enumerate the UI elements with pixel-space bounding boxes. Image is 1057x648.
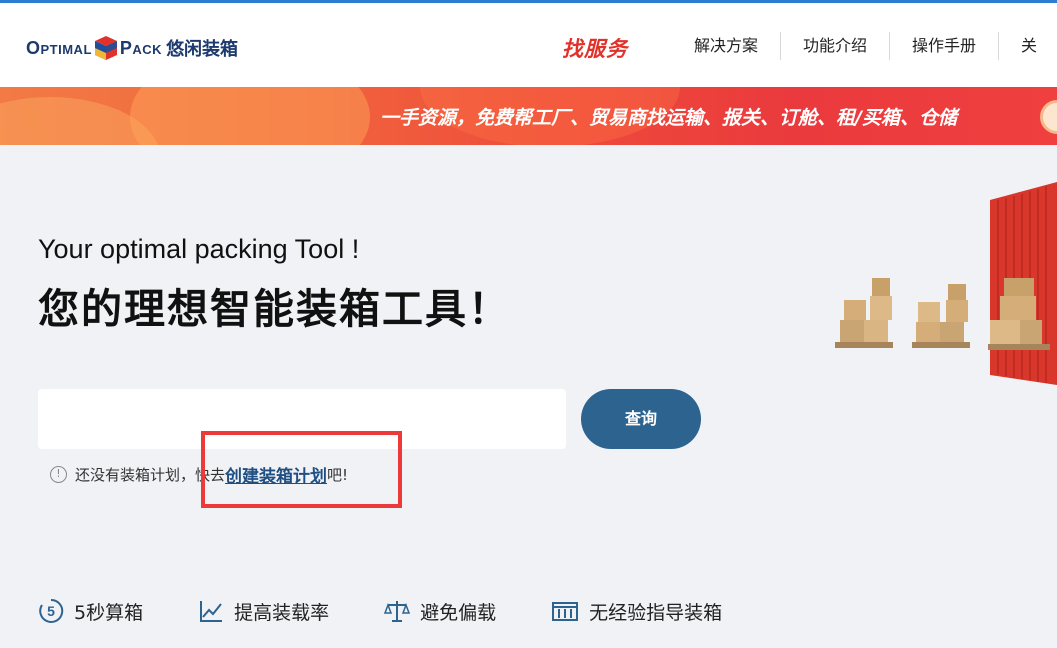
- hero-title-en: Your optimal packing Tool !: [38, 234, 360, 264]
- nav-item-solutions[interactable]: 解决方案: [672, 32, 782, 60]
- find-service-link[interactable]: 找服务: [562, 33, 628, 63]
- five-seconds-icon: 5: [39, 598, 64, 623]
- banner-text: 一手资源，免费帮工厂、贸易商找运输、报关、订舱、租/买箱、仓储: [380, 107, 957, 129]
- container-illustration: [830, 160, 1057, 400]
- info-icon: !: [50, 465, 67, 483]
- search-button[interactable]: 查询: [581, 389, 701, 449]
- feature-list: 5 5秒算箱 提高装载率 避免偏载 无经验指导装箱: [38, 596, 777, 626]
- balance-scale-icon: [384, 601, 411, 622]
- banner-action-button[interactable]: [1040, 100, 1057, 134]
- site-header: Optimal Pack 悠闲装箱 找服务 解决方案 功能介绍 操作手册 关: [0, 3, 1057, 87]
- nav-item-about[interactable]: 关: [999, 32, 1037, 60]
- site-logo[interactable]: Optimal Pack 悠闲装箱: [26, 33, 238, 63]
- logo-text-right: Pack: [119, 37, 163, 58]
- feature-label: 避免偏载: [420, 601, 497, 624]
- feature-item: 5 5秒算箱: [38, 598, 143, 625]
- feature-label: 提高装载率: [234, 601, 330, 624]
- feature-item: 无经验指导装箱: [551, 598, 722, 625]
- banner-decoration: [130, 87, 370, 145]
- promo-banner[interactable]: 一手资源，免费帮工厂、贸易商找运输、报关、订舱、租/买箱、仓储: [0, 87, 1057, 145]
- logo-text-cn: 悠闲装箱: [166, 39, 239, 60]
- svg-text:5: 5: [47, 603, 55, 619]
- chart-line-icon: [200, 601, 223, 622]
- feature-label: 5秒算箱: [74, 601, 144, 624]
- feature-item: 避免偏载: [384, 598, 496, 625]
- feature-label: 无经验指导装箱: [589, 601, 723, 624]
- hero-title-cn: 您的理想智能装箱工具！: [38, 285, 511, 333]
- main-nav: 解决方案 功能介绍 操作手册 关: [672, 29, 1037, 63]
- feature-item: 提高装载率: [198, 598, 329, 625]
- container-guide-icon: [552, 602, 579, 621]
- nav-item-features[interactable]: 功能介绍: [781, 32, 891, 60]
- nav-item-manual[interactable]: 操作手册: [890, 32, 1000, 60]
- logo-cube-icon: [93, 35, 119, 61]
- annotation-highlight-box: [201, 431, 402, 508]
- logo-text-left: Optimal: [26, 37, 92, 58]
